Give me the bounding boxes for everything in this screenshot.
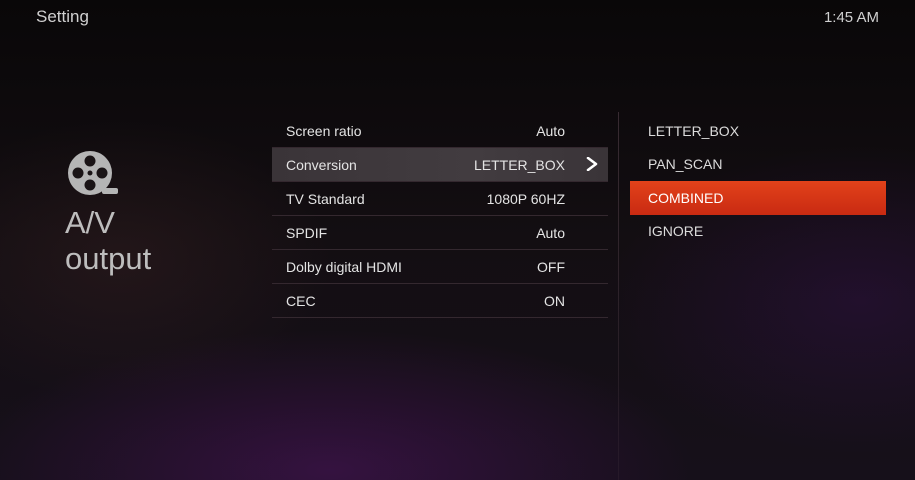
setting-row-dolby-digital-hdmi[interactable]: Dolby digital HDMI OFF	[272, 250, 608, 284]
option-ignore[interactable]: IGNORE	[630, 215, 886, 249]
option-combined[interactable]: COMBINED	[630, 181, 886, 215]
option-letter-box[interactable]: LETTER_BOX	[630, 114, 886, 148]
options-list: LETTER_BOX PAN_SCAN COMBINED IGNORE	[630, 114, 886, 248]
setting-label: Dolby digital HDMI	[286, 258, 402, 275]
setting-row-cec[interactable]: CEC ON	[272, 284, 608, 318]
setting-row-conversion[interactable]: Conversion LETTER_BOX	[272, 148, 608, 182]
section-title-line1: A/V	[65, 205, 115, 240]
section-title: A/V output	[65, 205, 151, 277]
setting-label: Conversion	[286, 156, 357, 173]
setting-value: Auto	[536, 122, 565, 139]
chevron-right-icon	[586, 157, 598, 171]
setting-value: ON	[544, 292, 565, 309]
setting-value: OFF	[537, 258, 565, 275]
clock: 1:45 AM	[823, 9, 879, 26]
divider	[618, 112, 619, 480]
setting-label: Screen ratio	[286, 122, 362, 139]
film-reel-icon	[66, 150, 122, 200]
setting-value: 1080P 60HZ	[486, 190, 565, 207]
setting-row-screen-ratio[interactable]: Screen ratio Auto	[272, 114, 608, 148]
setting-row-tv-standard[interactable]: TV Standard 1080P 60HZ	[272, 182, 608, 216]
setting-label: SPDIF	[286, 224, 328, 241]
setting-row-spdif[interactable]: SPDIF Auto	[272, 216, 608, 250]
section-title-line2: output	[65, 241, 152, 276]
setting-label: CEC	[286, 292, 316, 309]
setting-value: LETTER_BOX	[473, 156, 565, 173]
settings-list: Screen ratio Auto Conversion LETTER_BOX …	[272, 114, 608, 318]
setting-label: TV Standard	[286, 190, 365, 207]
page-title: Setting	[36, 7, 89, 26]
option-pan-scan[interactable]: PAN_SCAN	[630, 148, 886, 182]
setting-value: Auto	[536, 224, 565, 241]
